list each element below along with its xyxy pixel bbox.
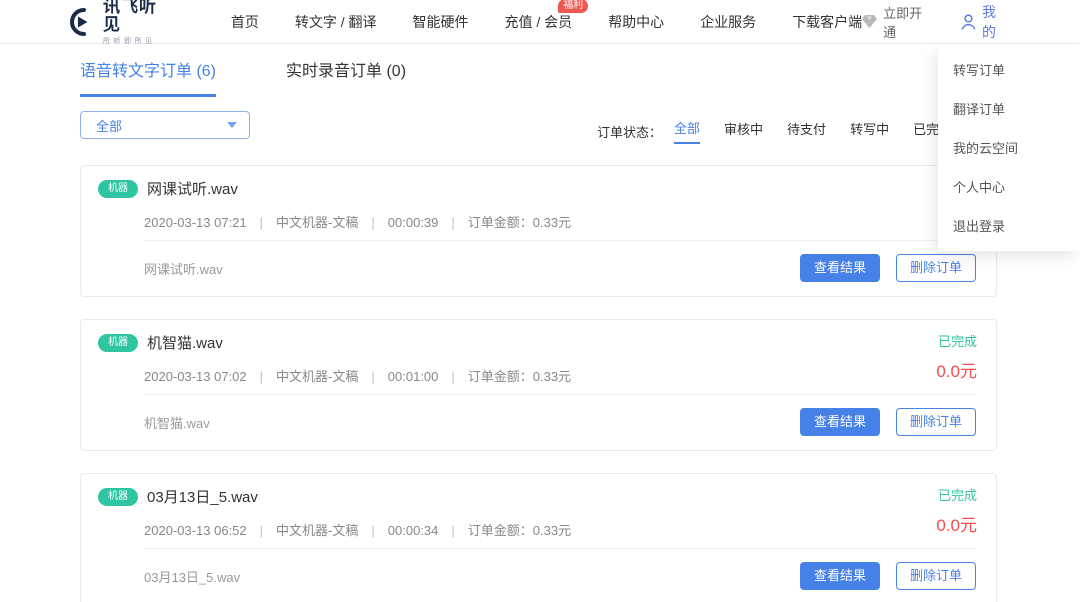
topbar-right: 立即开通 我的 xyxy=(862,2,1010,42)
vip-gem-icon xyxy=(862,15,877,28)
order-meta: 2020-03-13 07:21|中文机器-文稿|00:00:39|订单金额：0… xyxy=(144,212,976,228)
nav-item[interactable]: 企业服务 xyxy=(700,12,756,32)
order-card: 机器 网课试听.wav 2020-03-13 07:21|中文机器-文稿|00:… xyxy=(80,165,997,297)
nav-item-label: 充值 / 会员 xyxy=(505,14,573,30)
nav-item-label: 企业服务 xyxy=(700,14,756,30)
order-head: 机器 网课试听.wav xyxy=(98,178,976,199)
user-menu-item[interactable]: 翻译订单 xyxy=(938,90,1080,129)
logo-text: 讯飞听见 所听即所见 xyxy=(103,0,175,46)
order-title: 03月13日_5.wav xyxy=(147,486,258,507)
order-actions: 查看结果 删除订单 xyxy=(800,254,976,282)
nav-item[interactable]: 首页 xyxy=(231,12,259,32)
order-actions: 查看结果 删除订单 xyxy=(800,562,976,590)
order-foot: 机智猫.wav 查看结果 删除订单 xyxy=(144,408,976,436)
order-title: 网课试听.wav xyxy=(147,178,238,199)
logo-tagline: 所听即所见 xyxy=(103,36,175,46)
order-status: 已完成 xyxy=(936,331,977,350)
divider xyxy=(144,548,976,549)
nav-item[interactable]: 智能硬件 xyxy=(413,12,469,32)
order-type-badge: 机器 xyxy=(98,488,138,506)
promo-badge: 福利 xyxy=(558,0,588,13)
app: 讯飞听见 所听即所见 首页 转文字 / 翻译 智能硬件 充值 / 会员 福利 帮… xyxy=(0,0,1080,602)
view-result-button[interactable]: 查看结果 xyxy=(800,254,880,282)
tab[interactable]: 语音转文字订单 (6) xyxy=(80,57,216,97)
nav-item[interactable]: 帮助中心 xyxy=(608,12,664,32)
order-foot: 网课试听.wav 查看结果 删除订单 xyxy=(144,254,976,282)
nav-item[interactable]: 转文字 / 翻译 xyxy=(295,12,377,32)
logo-title: 讯飞听见 xyxy=(103,0,175,34)
nav-item-label: 转文字 / 翻译 xyxy=(295,14,377,30)
status-filter-option[interactable]: 审核中 xyxy=(724,119,763,143)
order-actions: 查看结果 删除订单 xyxy=(800,408,976,436)
order-status: 已完成 xyxy=(936,485,977,504)
order-meta: 2020-03-13 07:02|中文机器-文稿|00:01:00|订单金额：0… xyxy=(144,366,976,382)
ear-logo-icon xyxy=(68,7,96,37)
logo[interactable]: 讯飞听见 所听即所见 xyxy=(68,0,175,46)
status-filter-option[interactable]: 转写中 xyxy=(850,119,889,143)
nav-item-label: 帮助中心 xyxy=(608,14,664,30)
status-filter-label: 订单状态： xyxy=(597,122,662,141)
order-filename: 机智猫.wav xyxy=(144,413,210,432)
delete-order-button[interactable]: 删除订单 xyxy=(896,254,976,282)
activate-vip-link[interactable]: 立即开通 xyxy=(862,3,935,41)
order-tabs: 语音转文字订单 (6) 实时录音订单 (0) xyxy=(80,57,476,97)
order-head: 机器 机智猫.wav xyxy=(98,332,976,353)
order-price: 0.0元 xyxy=(936,357,977,382)
select-value: 全部 xyxy=(96,116,122,135)
top-navigation-bar: 讯飞听见 所听即所见 首页 转文字 / 翻译 智能硬件 充值 / 会员 福利 帮… xyxy=(0,0,1080,44)
delete-order-button[interactable]: 删除订单 xyxy=(896,562,976,590)
order-status-block: 已完成 0.0元 xyxy=(936,485,977,536)
user-menu-item[interactable]: 我的云空间 xyxy=(938,129,1080,168)
user-menu-item[interactable]: 退出登录 xyxy=(938,207,1080,246)
order-list: 机器 网课试听.wav 2020-03-13 07:21|中文机器-文稿|00:… xyxy=(80,165,997,602)
user-menu-item[interactable]: 转写订单 xyxy=(938,51,1080,90)
order-type-select[interactable]: 全部 xyxy=(80,111,250,139)
main-nav: 首页 转文字 / 翻译 智能硬件 充值 / 会员 福利 帮助中心 企业服务 下载… xyxy=(195,12,862,32)
my-account-label: 我的 xyxy=(982,2,1010,42)
order-type-badge: 机器 xyxy=(98,334,138,352)
delete-order-button[interactable]: 删除订单 xyxy=(896,408,976,436)
nav-item-label: 智能硬件 xyxy=(413,14,469,30)
order-filename: 03月13日_5.wav xyxy=(144,567,240,586)
order-head: 机器 03月13日_5.wav xyxy=(98,486,976,507)
my-account-menu-trigger[interactable]: 我的 xyxy=(961,2,1010,42)
view-result-button[interactable]: 查看结果 xyxy=(800,408,880,436)
order-filename: 网课试听.wav xyxy=(144,259,223,278)
nav-item-label: 下载客户端 xyxy=(792,14,862,30)
order-title: 机智猫.wav xyxy=(147,332,223,353)
nav-item-label: 首页 xyxy=(231,14,259,30)
order-meta: 2020-03-13 06:52|中文机器-文稿|00:00:34|订单金额：0… xyxy=(144,520,976,536)
order-type-badge: 机器 xyxy=(98,180,138,198)
order-price: 0.0元 xyxy=(936,511,977,536)
divider xyxy=(144,240,976,241)
user-icon xyxy=(961,14,976,30)
status-filter-option[interactable]: 全部 xyxy=(674,118,700,144)
order-foot: 03月13日_5.wav 查看结果 删除订单 xyxy=(144,562,976,590)
status-filter-option[interactable]: 待支付 xyxy=(787,119,826,143)
view-result-button[interactable]: 查看结果 xyxy=(800,562,880,590)
order-card: 已完成 0.0元 机器 机智猫.wav 2020-03-13 07:02|中文机… xyxy=(80,319,997,451)
user-menu-item[interactable]: 个人中心 xyxy=(938,168,1080,207)
tab[interactable]: 实时录音订单 (0) xyxy=(286,57,406,97)
chevron-down-icon xyxy=(227,122,237,128)
user-dropdown-menu: 转写订单翻译订单我的云空间个人中心退出登录 xyxy=(938,45,1080,251)
nav-item[interactable]: 下载客户端 xyxy=(792,12,862,32)
order-status-filter: 订单状态： 全部审核中待支付转写中已完成 xyxy=(597,118,976,144)
activate-vip-label: 立即开通 xyxy=(883,3,935,41)
order-card: 已完成 0.0元 机器 03月13日_5.wav 2020-03-13 06:5… xyxy=(80,473,997,602)
divider xyxy=(144,394,976,395)
nav-item[interactable]: 充值 / 会员 福利 xyxy=(505,12,573,32)
order-status-block: 已完成 0.0元 xyxy=(936,331,977,382)
